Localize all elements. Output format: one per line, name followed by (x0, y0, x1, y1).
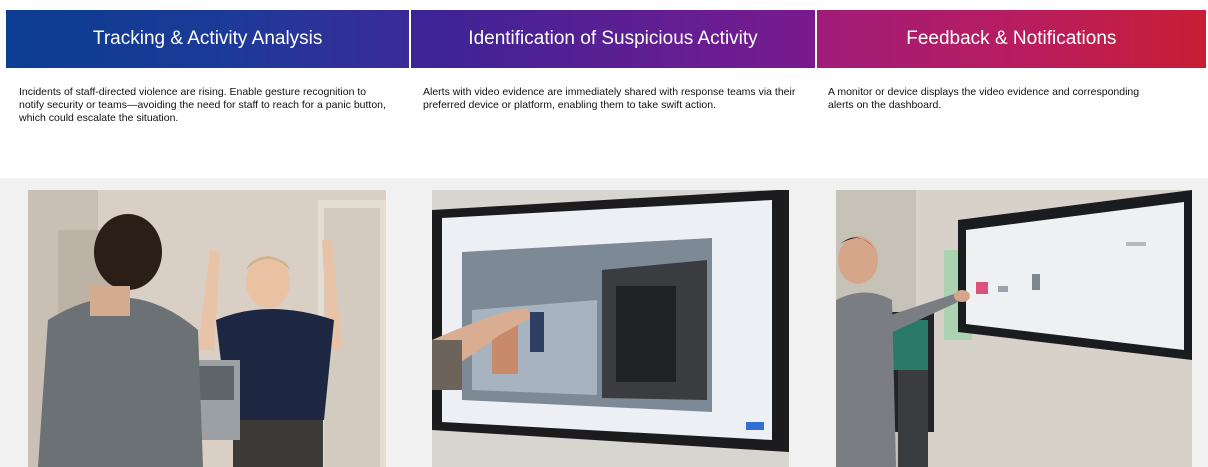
header-tracking-activity-analysis: Tracking & Activity Analysis (6, 10, 410, 68)
photo-dashboard-monitor (836, 190, 1192, 467)
photo-gesture-recognition (28, 190, 386, 467)
photo-video-alert-screen (432, 190, 789, 467)
header-bar: Tracking & Activity Analysis Identificat… (6, 10, 1206, 68)
description-identification: Alerts with video evidence are immediate… (423, 86, 796, 111)
description-feedback: A monitor or device displays the video e… (828, 86, 1140, 111)
description-tracking: Incidents of staff-directed violence are… (19, 86, 386, 124)
header-feedback-notifications: Feedback & Notifications (816, 10, 1206, 68)
header-identification-suspicious-activity: Identification of Suspicious Activity (411, 10, 815, 68)
